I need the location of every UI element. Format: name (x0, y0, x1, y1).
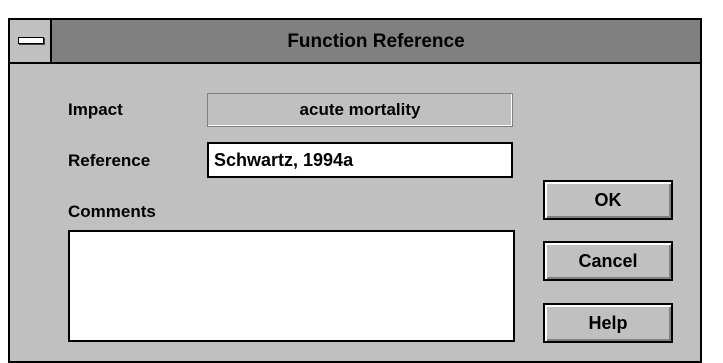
function-reference-dialog: Function Reference Impact acute mortalit… (8, 18, 702, 363)
impact-label: Impact (68, 100, 123, 119)
help-button[interactable]: Help (543, 303, 673, 343)
ok-button[interactable]: OK (543, 180, 673, 220)
impact-value: acute mortality (207, 93, 513, 127)
cancel-button[interactable]: Cancel (543, 241, 673, 281)
reference-label: Reference (68, 151, 151, 170)
comments-textarea[interactable] (68, 230, 515, 342)
system-menu-button[interactable] (10, 20, 52, 62)
title-bar: Function Reference (10, 20, 700, 64)
comments-label: Comments (68, 202, 156, 221)
system-menu-icon (18, 37, 44, 44)
reference-input[interactable] (207, 142, 513, 178)
window-title: Function Reference (287, 31, 465, 52)
